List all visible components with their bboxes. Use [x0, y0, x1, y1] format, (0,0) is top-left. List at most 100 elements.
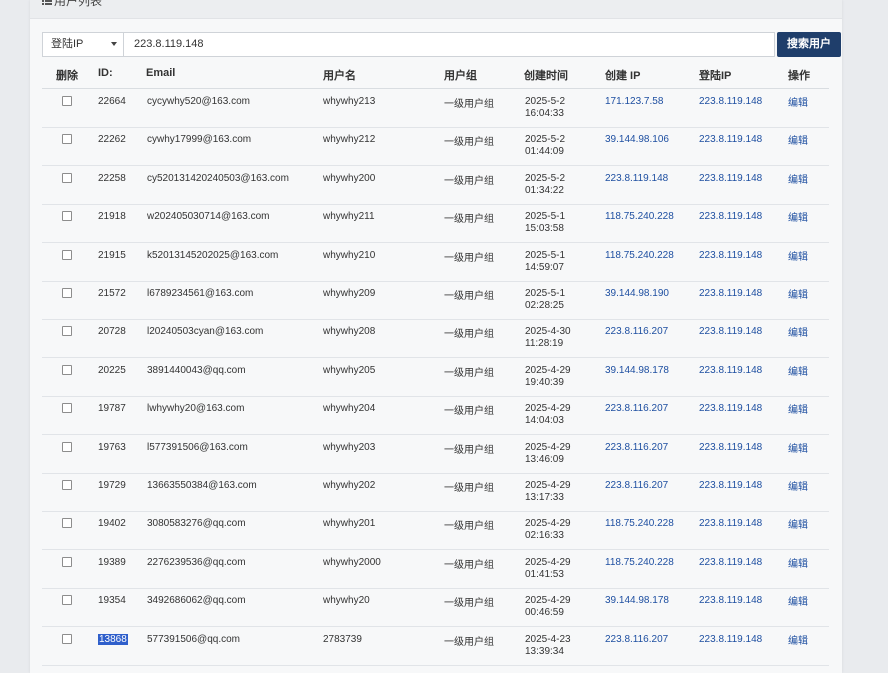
edit-link[interactable]: 编辑	[788, 520, 808, 532]
created-date: 2025-4-29	[525, 518, 571, 530]
table-row: 22664 cycywhy520@163.com whywhy213 一级用户组 202…	[42, 89, 829, 128]
edit-link[interactable]: 编辑	[788, 405, 808, 417]
edit-link[interactable]: 编辑	[788, 290, 808, 302]
created-ip: 223.8.116.207	[605, 403, 669, 415]
table-row: 21915 k52013145202025@163.com whywhy210 一级用…	[42, 243, 829, 282]
edit-link[interactable]: 编辑	[788, 597, 808, 609]
search-bar: 登陆IP 223.8.119.148 搜索用户	[42, 32, 841, 57]
delete-checkbox[interactable]	[62, 96, 72, 106]
delete-checkbox[interactable]	[62, 326, 72, 337]
created-time: 13:39:34	[525, 645, 564, 657]
user-id-text: 13868	[98, 633, 128, 645]
table-row: 21918 w202405030714@163.com whywhy211 一级用户组…	[42, 204, 829, 244]
delete-checkbox[interactable]	[62, 595, 72, 606]
user-email: cywhy17999@163.com	[147, 134, 252, 146]
table-row: 19402 3080583276@qq.com whywhy201 一级用户组 2025…	[42, 511, 829, 551]
created-ip: 223.8.116.207	[605, 480, 669, 491]
search-input[interactable]: 223.8.119.148	[124, 32, 775, 57]
created-ip: 39.144.98.106	[605, 134, 669, 146]
search-field-select[interactable]: 登陆IP	[42, 32, 124, 57]
table-row: 20225 3891440043@qq.com whywhy205 一级用户组 2025…	[42, 358, 829, 397]
created-time: 15:03:58	[525, 223, 564, 235]
table-row: 19763 l577391506@163.com whywhy203 一级用户组 202…	[42, 435, 829, 474]
edit-link[interactable]: 编辑	[788, 252, 808, 264]
table-row: 21572 l6789234561@163.com whywhy209 一级用户组 20…	[42, 281, 829, 320]
delete-checkbox[interactable]	[62, 134, 72, 145]
edit-link[interactable]: 编辑	[788, 175, 808, 187]
edit-link[interactable]: 编辑	[788, 482, 808, 494]
created-time: 13:17:33	[525, 492, 564, 503]
user-group: 一级用户组	[444, 444, 494, 456]
user-group: 一级用户组	[444, 137, 494, 149]
table-row: 22262 cywhy17999@163.com whywhy212 一级用户组 202…	[42, 127, 829, 167]
created-ip: 223.8.119.148	[605, 172, 669, 184]
user-id: 22258	[98, 173, 126, 185]
edit-link[interactable]: 编辑	[788, 98, 808, 110]
created-ip: 223.8.116.207	[605, 633, 669, 645]
user-group: 一级用户组	[444, 291, 494, 302]
delete-checkbox[interactable]	[62, 480, 72, 490]
delete-checkbox[interactable]	[62, 249, 72, 260]
login-ip: 223.8.119.148	[699, 403, 763, 415]
user-id-text: 22258	[98, 172, 126, 184]
created-date: 2025-4-29	[525, 403, 571, 415]
created-ip: 118.75.240.228	[605, 556, 674, 568]
user-username: whywhy211	[323, 211, 375, 223]
user-id: 19763	[98, 442, 126, 454]
created-date: 2025-4-29	[525, 556, 571, 568]
user-id-text: 22664	[98, 96, 126, 107]
user-group: 一级用户组	[444, 598, 494, 610]
user-email: 2276239536@qq.com	[147, 556, 246, 568]
list-icon	[42, 0, 52, 5]
created-time: 16:04:33	[525, 108, 564, 119]
login-ip: 223.8.119.148	[699, 288, 763, 299]
user-username: 2783739	[323, 633, 362, 645]
created-ip: 39.144.98.178	[605, 364, 669, 376]
table-header: 删除 ID: Email 用户名 用户组 创建时间 创建 IP 登陆IP 操作	[42, 62, 829, 89]
created-time: 02:28:25	[525, 300, 564, 311]
login-ip: 223.8.119.148	[699, 249, 763, 261]
search-users-button[interactable]: 搜索用户	[777, 32, 841, 57]
login-ip: 223.8.119.148	[699, 134, 763, 146]
delete-checkbox[interactable]	[62, 364, 72, 375]
delete-checkbox[interactable]	[62, 403, 72, 414]
delete-checkbox[interactable]	[62, 556, 72, 567]
user-email: 3492686062@qq.com	[147, 595, 246, 607]
user-id-text: 19402	[98, 518, 126, 530]
user-id: 19729	[98, 480, 126, 492]
created-ip: 171.123.7.58	[605, 96, 664, 107]
delete-checkbox[interactable]	[62, 288, 72, 298]
user-email: cycywhy520@163.com	[147, 96, 250, 107]
login-ip: 223.8.119.148	[699, 441, 763, 453]
login-ip: 223.8.119.148	[699, 96, 763, 107]
delete-checkbox[interactable]	[62, 518, 72, 529]
user-email: w202405030714@163.com	[147, 211, 270, 223]
edit-link[interactable]: 编辑	[788, 559, 808, 571]
user-email: lwhywhy20@163.com	[147, 403, 245, 415]
user-email: 13663550384@163.com	[147, 480, 257, 491]
delete-checkbox[interactable]	[62, 172, 72, 183]
user-id: 20728	[98, 326, 126, 338]
user-id-text: 19354	[98, 595, 126, 607]
delete-checkbox[interactable]	[62, 211, 72, 222]
created-time: 14:59:07	[525, 261, 564, 273]
created-ip: 118.75.240.228	[605, 518, 674, 530]
edit-link[interactable]: 编辑	[788, 213, 808, 225]
login-ip: 223.8.119.148	[699, 326, 763, 338]
edit-link[interactable]: 编辑	[788, 136, 808, 148]
login-ip: 223.8.119.148	[699, 556, 763, 568]
edit-link[interactable]: 编辑	[788, 328, 808, 340]
created-date: 2025-5-2	[525, 134, 566, 146]
user-email: 577391506@qq.com	[147, 633, 240, 645]
user-username: whywhy203	[323, 441, 376, 453]
edit-link[interactable]: 编辑	[788, 444, 808, 456]
edit-link[interactable]: 编辑	[788, 636, 808, 648]
user-id-text: 22262	[98, 134, 126, 146]
header-created-time: 创建时间	[524, 70, 568, 82]
delete-checkbox[interactable]	[62, 441, 72, 452]
edit-link[interactable]: 编辑	[788, 367, 808, 379]
delete-checkbox[interactable]	[62, 633, 72, 644]
panel-heading: 用户列表	[30, 0, 842, 19]
user-id-text: 21915	[98, 249, 126, 261]
table-row: 13868 577391506@qq.com 2783739 一级用户组 2025-4-…	[42, 627, 829, 666]
